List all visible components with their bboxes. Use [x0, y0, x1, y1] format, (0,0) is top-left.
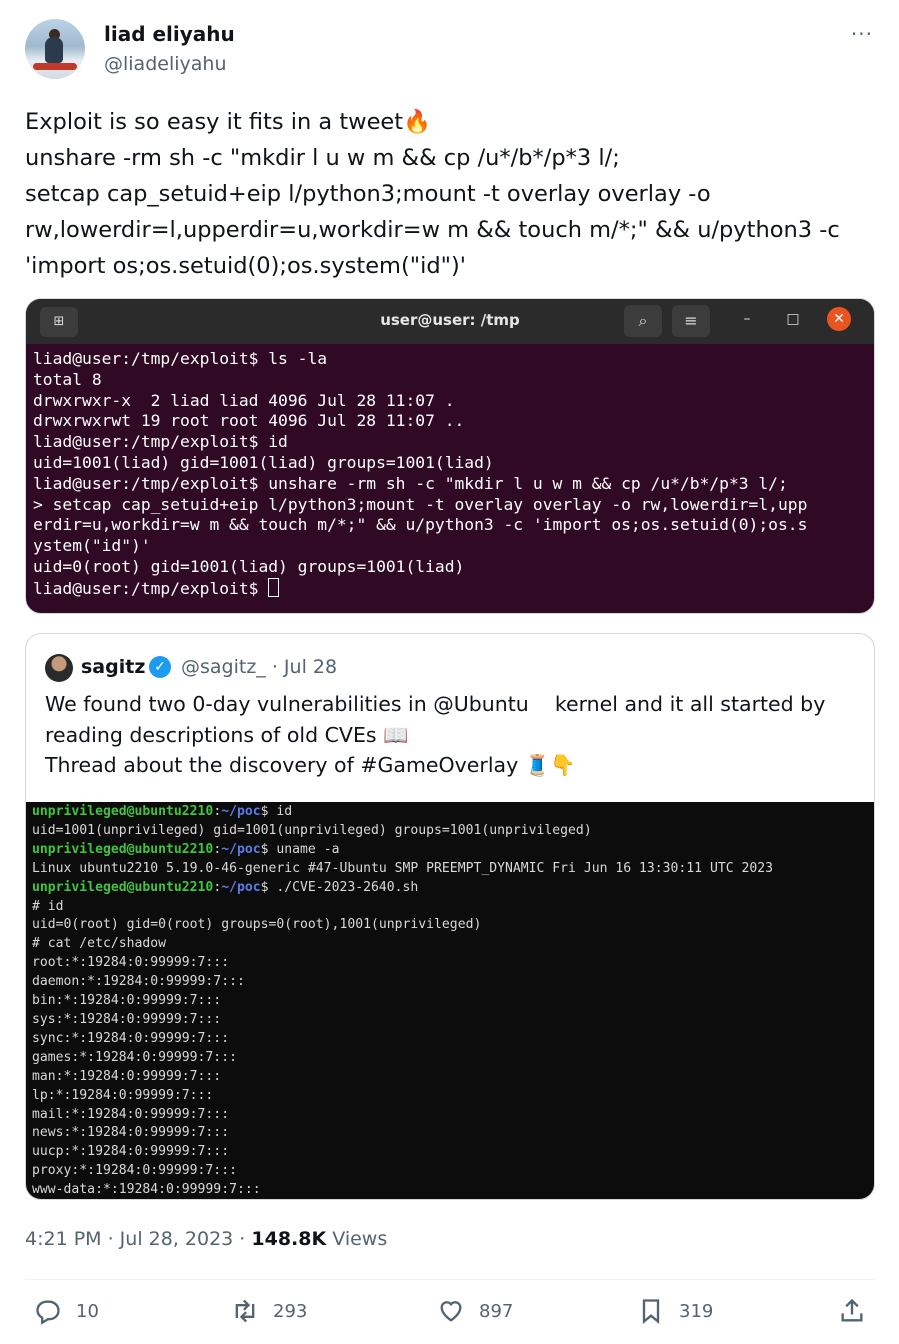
reply-button[interactable]: 10	[34, 1297, 99, 1325]
retweet-button[interactable]: 293	[231, 1297, 307, 1325]
bookmark-count: 319	[679, 1300, 714, 1322]
prompt-user: unprivileged@ubuntu2210	[32, 804, 214, 819]
prompt-user: unprivileged@ubuntu2210	[32, 879, 214, 895]
share-button[interactable]	[838, 1297, 866, 1325]
prompt-path: ~/poc	[221, 841, 261, 857]
command: uname -a	[268, 841, 340, 857]
quote-terminal-output: unprivileged@ubuntu2210:~/poc$ id uid=10…	[32, 804, 774, 1198]
menu-icon: ≡	[672, 305, 710, 337]
command-output: # id uid=0(root) gid=0(root) groups=0(ro…	[32, 898, 482, 1198]
prompt-path: ~/poc	[221, 804, 261, 819]
cursor	[268, 577, 280, 597]
command: ./CVE-2023-2640.sh	[268, 879, 419, 895]
quote-terminal-screenshot[interactable]: unprivileged@ubuntu2210:~/poc$ id uid=10…	[26, 802, 874, 1199]
author-avatar[interactable]	[25, 19, 85, 79]
reply-count: 10	[76, 1300, 99, 1322]
views-count: 148.8K	[251, 1228, 327, 1250]
command-output: Linux ubuntu2210 5.19.0-46-generic #47-U…	[32, 860, 774, 876]
prompt-user: unprivileged@ubuntu2210	[32, 841, 214, 857]
terminal-lines: liad@user:/tmp/exploit$ ls -la total 8 d…	[33, 349, 808, 598]
terminal-titlebar: ⊞ user@user: /tmp ⌕ ≡ – □ ✕	[26, 299, 874, 344]
quoted-tweet[interactable]: sagitz ✓ @sagitz_ · Jul 28 We found two …	[25, 633, 875, 1200]
share-icon	[841, 1298, 863, 1322]
terminal-output: liad@user:/tmp/exploit$ ls -la total 8 d…	[33, 349, 807, 600]
verified-badge-icon: ✓	[149, 656, 171, 678]
quote-author-name[interactable]: sagitz	[81, 656, 145, 678]
minimize-icon: –	[743, 311, 751, 327]
bookmark-icon	[642, 1299, 660, 1324]
views-label: Views	[326, 1228, 388, 1250]
prompt-path: ~/poc	[221, 879, 261, 895]
tweet-timestamp[interactable]: 4:21 PM · Jul 28, 2023 ·	[25, 1228, 251, 1250]
quote-handle-date[interactable]: @sagitz_ · Jul 28	[181, 656, 337, 678]
reply-icon	[36, 1300, 60, 1325]
retweet-count: 293	[273, 1300, 308, 1322]
command: id	[268, 804, 293, 819]
search-icon: ⌕	[624, 305, 662, 337]
divider	[25, 1279, 875, 1280]
like-button[interactable]: 897	[437, 1297, 513, 1325]
author-handle[interactable]: @liadeliyahu	[104, 53, 226, 75]
more-options-icon[interactable]: ···	[851, 22, 873, 46]
command-output: uid=1001(unprivileged) gid=1001(unprivil…	[32, 822, 592, 838]
maximize-icon: □	[786, 311, 800, 327]
retweet-icon	[235, 1299, 255, 1323]
bookmark-button[interactable]: 319	[637, 1297, 713, 1325]
tweet-meta: 4:21 PM · Jul 28, 2023 · 148.8K Views	[25, 1228, 387, 1250]
tweet-text: Exploit is so easy it fits in a tweet🔥 u…	[25, 109, 840, 279]
heart-icon	[440, 1301, 462, 1322]
like-count: 897	[479, 1300, 514, 1322]
author-name[interactable]: liad eliyahu	[104, 22, 235, 46]
close-icon: ✕	[827, 307, 851, 331]
quote-avatar[interactable]	[45, 654, 73, 682]
terminal-screenshot[interactable]: ⊞ user@user: /tmp ⌕ ≡ – □ ✕ liad@user:/t…	[25, 298, 875, 614]
quote-text: We found two 0-day vulnerabilities in @U…	[45, 692, 826, 777]
